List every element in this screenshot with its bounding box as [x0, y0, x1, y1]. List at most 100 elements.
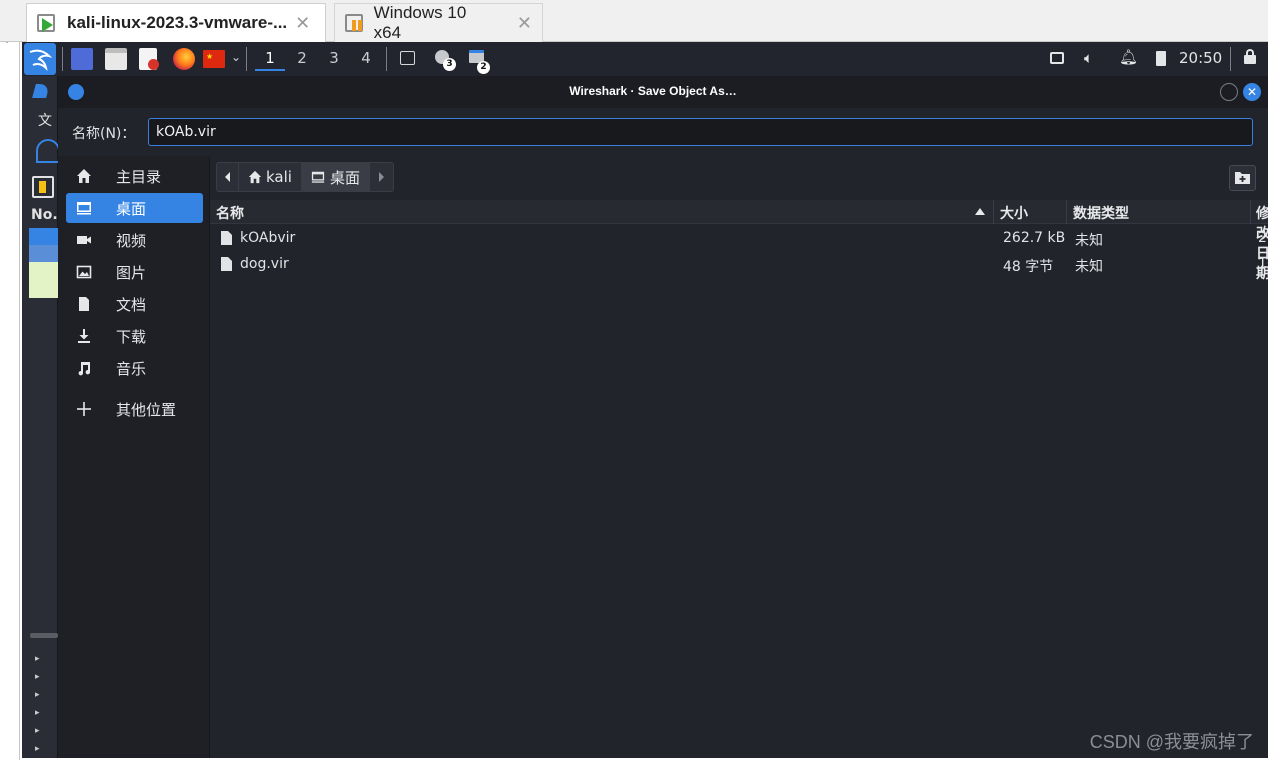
app-window-icon-a[interactable]: 3	[435, 50, 456, 71]
panel-separator	[386, 47, 387, 71]
text-editor-icon[interactable]	[139, 48, 159, 70]
terminal-window-icon[interactable]	[400, 51, 415, 65]
workspace-1[interactable]: 1	[255, 47, 285, 71]
terminal-flag-icon[interactable]: ★	[203, 50, 225, 68]
volume-icon[interactable]: 🔈︎	[1084, 49, 1093, 67]
packet-row-selected-2[interactable]	[29, 245, 58, 262]
file-type: 未知	[1075, 233, 1103, 249]
wireshark-fin-icon	[32, 84, 50, 98]
firefox-icon[interactable]	[173, 48, 195, 70]
file-list-header: 名称 大小 数据类型 修改日期	[210, 200, 1268, 282]
sidebar-item-documents[interactable]: 文档	[66, 289, 203, 319]
path-segment-desktop[interactable]: 桌面	[301, 163, 370, 191]
wireshark-fin-large-icon[interactable]	[36, 139, 60, 163]
folder-plus-icon	[1235, 172, 1250, 184]
file-icon	[221, 257, 232, 275]
lock-icon[interactable]	[1244, 49, 1256, 64]
file-list: 名称 大小 数据类型 修改日期 kOAbvir 262.7 kB 未知 20:4…	[210, 200, 1268, 758]
chevron-left-icon	[225, 172, 230, 182]
sidebar-item-other-locations[interactable]: 其他位置	[66, 394, 203, 424]
column-divider[interactable]	[1066, 200, 1067, 224]
bell-icon[interactable]: 🔔︎	[1119, 48, 1138, 66]
column-divider[interactable]	[993, 200, 994, 224]
sidebar-item-music[interactable]: 音乐	[66, 353, 203, 383]
vm-paused-icon	[345, 12, 366, 34]
music-icon	[74, 358, 94, 378]
sidebar-item-downloads[interactable]: 下载	[66, 321, 203, 351]
sidebar-item-label: 下载	[116, 327, 147, 346]
filename-label: 名称(N)：	[72, 126, 136, 142]
column-header-name[interactable]: 名称	[216, 203, 244, 223]
packet-row[interactable]	[29, 262, 58, 298]
bg-menu-fragment[interactable]: 文	[38, 110, 52, 130]
pane-scrollbar[interactable]	[30, 633, 58, 638]
download-icon	[74, 326, 94, 346]
battery-icon[interactable]	[1156, 51, 1166, 66]
bookmark-icon[interactable]	[32, 176, 54, 198]
path-segment-label: 桌面	[329, 168, 360, 187]
workspace-3[interactable]: 3	[319, 47, 349, 71]
sidebar-item-label: 其他位置	[116, 400, 177, 419]
host-left-edge: ‹	[0, 0, 20, 760]
dialog-titlebar[interactable]: Wireshark · Save Object As… ✕	[58, 76, 1268, 108]
desktop-icon	[74, 198, 94, 218]
new-folder-button[interactable]	[1229, 165, 1256, 191]
sidebar-item-home[interactable]: 主目录	[66, 161, 203, 191]
path-forward-button[interactable]	[370, 163, 393, 191]
sidebar-item-desktop[interactable]: 桌面	[66, 193, 203, 223]
file-manager-icon[interactable]	[105, 48, 127, 70]
minimize-button[interactable]	[1220, 83, 1238, 101]
workspace-4[interactable]: 4	[351, 47, 381, 71]
filename-input[interactable]: kOAb.vir	[148, 118, 1253, 146]
sort-ascending-icon[interactable]	[975, 208, 985, 215]
column-header-size[interactable]: 大小	[1000, 203, 1028, 223]
file-size: 262.7 kB	[1003, 230, 1066, 246]
sidebar-item-label: 主目录	[116, 167, 162, 186]
plus-icon	[74, 399, 94, 419]
panel-separator	[246, 47, 247, 71]
show-desktop-icon[interactable]	[71, 48, 93, 70]
sidebar-item-label: 图片	[116, 263, 147, 282]
column-header-type[interactable]: 数据类型	[1073, 203, 1129, 223]
file-name: kOAbvir	[240, 230, 296, 246]
home-icon	[248, 170, 262, 184]
file-row[interactable]: kOAbvir 262.7 kB 未知 20:49	[210, 225, 1268, 251]
kali-top-panel: ★ ⌄ 1 2 3 4 3 2 🔈︎ 🔔︎ 20:50	[22, 42, 1268, 76]
sidebar-item-label: 视频	[116, 231, 147, 250]
window-count-badge: 2	[477, 61, 490, 74]
sidebar-item-pictures[interactable]: 图片	[66, 257, 203, 287]
file-type: 未知	[1075, 259, 1103, 275]
path-segment-home[interactable]: kali	[239, 163, 302, 191]
packet-row-selected[interactable]	[29, 228, 58, 245]
app-window-icon-b[interactable]: 2	[469, 50, 490, 74]
file-modified: 20:49	[1258, 230, 1268, 246]
path-bar: kali 桌面	[216, 162, 394, 192]
vm-tab-label: Windows 10 x64	[373, 3, 467, 42]
desktop-icon	[311, 170, 325, 184]
places-sidebar: 主目录 桌面 视频 图片 文档 下载 音乐 其他位置	[58, 156, 210, 758]
sidebar-item-videos[interactable]: 视频	[66, 225, 203, 255]
column-divider[interactable]	[1250, 200, 1251, 224]
file-icon	[221, 231, 232, 249]
dialog-title: Wireshark · Save Object As…	[569, 84, 737, 98]
file-name: dog.vir	[240, 256, 289, 272]
tree-expander-column[interactable]: ▸ ▸ ▸ ▸ ▸ ▸	[35, 650, 53, 758]
display-icon[interactable]	[1050, 52, 1064, 64]
close-button[interactable]: ✕	[1243, 83, 1261, 101]
close-icon[interactable]: ✕	[517, 13, 532, 34]
kali-menu-button[interactable]	[24, 43, 56, 75]
chevron-right-icon	[378, 172, 384, 182]
path-back-button[interactable]	[217, 163, 239, 191]
vm-tab-windows[interactable]: Windows 10 x64 ✕	[334, 3, 543, 42]
workspace-2[interactable]: 2	[287, 47, 317, 71]
chevron-down-icon[interactable]: ⌄	[231, 50, 241, 64]
clock[interactable]: 20:50	[1179, 49, 1222, 67]
window-count-badge: 3	[443, 58, 456, 71]
close-icon[interactable]: ✕	[295, 13, 310, 34]
sidebar-item-label: 音乐	[116, 359, 147, 378]
vm-tab-kali[interactable]: kali-linux-2023.3-vmware-... ✕	[26, 3, 326, 42]
bg-column-header[interactable]: No.	[31, 207, 58, 223]
sidebar-item-label: 文档	[116, 295, 147, 314]
panel-separator	[62, 47, 63, 71]
file-row[interactable]: dog.vir 48 字节 未知 16:48	[210, 251, 1268, 277]
